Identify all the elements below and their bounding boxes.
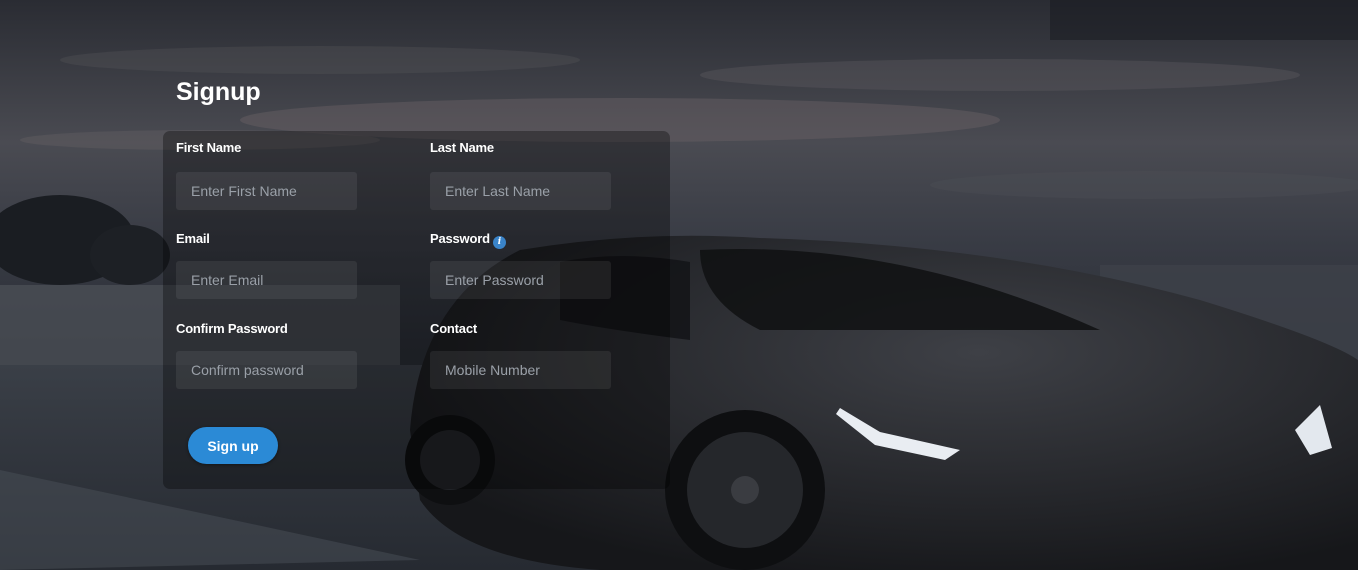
confirm-password-input[interactable] — [176, 351, 357, 389]
info-icon[interactable]: i — [492, 236, 506, 249]
email-label: Email — [176, 231, 210, 246]
first-name-input[interactable] — [176, 172, 357, 210]
first-name-field: First Name — [176, 140, 357, 210]
page-title: Signup — [176, 78, 261, 106]
last-name-field: Last Name — [430, 140, 611, 210]
last-name-label: Last Name — [430, 140, 494, 155]
sign-up-button[interactable]: Sign up — [188, 427, 278, 464]
contact-field: Contact — [430, 321, 611, 389]
password-label: Password i — [430, 231, 506, 249]
email-field: Email — [176, 231, 357, 299]
confirm-password-field: Confirm Password — [176, 321, 357, 389]
password-field: Password i — [430, 231, 611, 299]
contact-label: Contact — [430, 321, 477, 336]
confirm-password-label: Confirm Password — [176, 321, 288, 336]
contact-input[interactable] — [430, 351, 611, 389]
password-label-text: Password — [430, 231, 490, 246]
email-input[interactable] — [176, 261, 357, 299]
first-name-label: First Name — [176, 140, 242, 155]
password-input[interactable] — [430, 261, 611, 299]
last-name-input[interactable] — [430, 172, 611, 210]
